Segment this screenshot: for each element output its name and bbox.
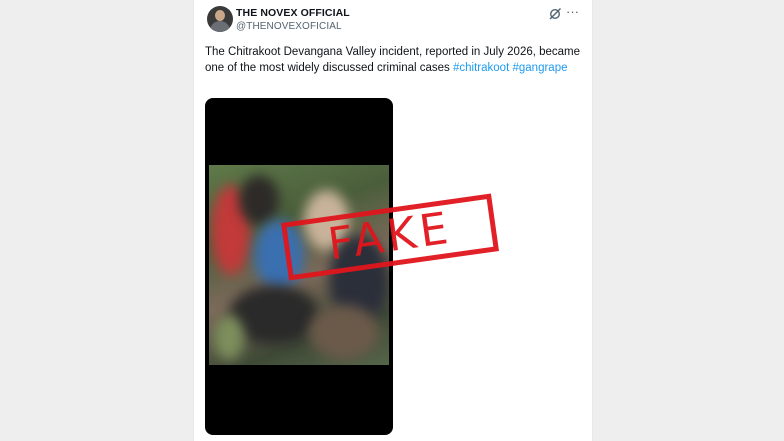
grok-icon[interactable] bbox=[548, 7, 562, 21]
tweet-text: The Chitrakoot Devangana Valley incident… bbox=[205, 44, 585, 76]
author-handle[interactable]: @THENOVEXOFICIAL bbox=[236, 21, 342, 32]
hashtag-link[interactable]: #chitrakoot bbox=[453, 62, 509, 74]
blurred-figure bbox=[239, 175, 279, 225]
hashtag-link[interactable]: #gangrape bbox=[512, 62, 567, 74]
more-options-icon[interactable]: ··· bbox=[566, 5, 579, 19]
avatar[interactable] bbox=[207, 6, 233, 32]
blurred-figure bbox=[309, 305, 379, 360]
author-display-name[interactable]: THE NOVEX OFFICIAL bbox=[236, 7, 350, 19]
avatar-head bbox=[215, 10, 225, 21]
blurred-figure bbox=[214, 315, 244, 360]
avatar-body bbox=[210, 21, 230, 32]
